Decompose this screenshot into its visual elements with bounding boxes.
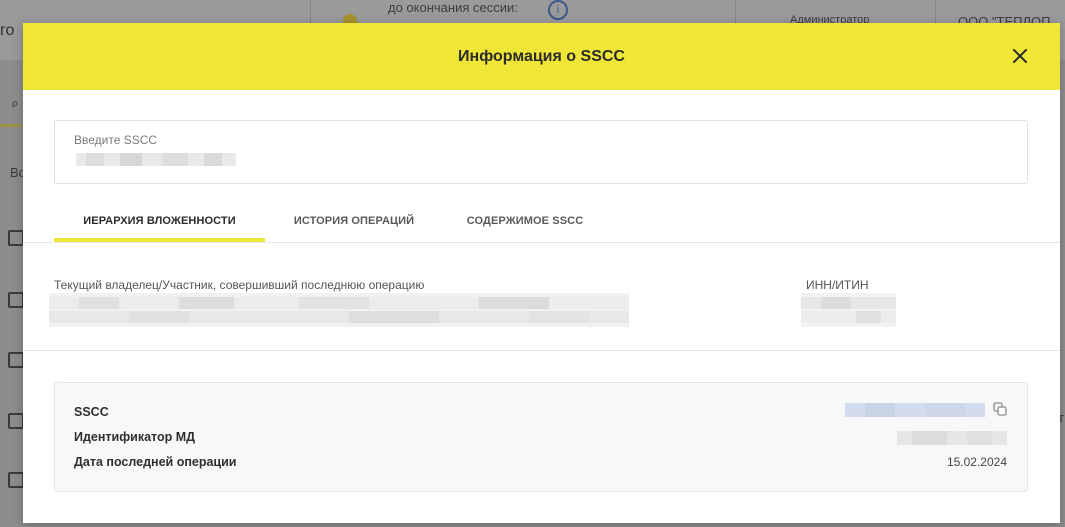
tab-sscc-contents[interactable]: СОДЕРЖИМОЕ SSCC bbox=[450, 201, 600, 241]
tab-operations-history-label: ИСТОРИЯ ОПЕРАЦИЙ bbox=[293, 215, 415, 227]
md-id-value-redacted bbox=[897, 431, 1007, 445]
copy-button[interactable] bbox=[993, 402, 1007, 416]
background-tab-underline bbox=[0, 124, 22, 127]
sscc-input-label: Введите SSCC bbox=[74, 133, 158, 147]
background-tab-fragment: Р bbox=[12, 100, 19, 110]
inn-value-redacted bbox=[801, 293, 896, 327]
background-checkbox bbox=[8, 292, 24, 308]
info-icon: i bbox=[548, 0, 568, 20]
close-button[interactable] bbox=[1010, 46, 1030, 66]
sscc-value-link-redacted[interactable] bbox=[845, 403, 985, 417]
tab-operations-history[interactable]: ИСТОРИЯ ОПЕРАЦИЙ bbox=[276, 201, 432, 241]
tabs-divider bbox=[23, 242, 1060, 243]
inn-label: ИНН/ИТИН bbox=[806, 278, 869, 292]
background-logo-fragment: го bbox=[0, 22, 15, 39]
owner-value-redacted bbox=[49, 293, 629, 327]
last-operation-date-value: 15.02.2024 bbox=[946, 455, 1007, 469]
section-divider bbox=[23, 350, 1060, 351]
sscc-label: SSCC bbox=[74, 405, 109, 419]
tab-sscc-contents-label: СОДЕРЖИМОЕ SSCC bbox=[466, 215, 584, 227]
sscc-input-value-redacted bbox=[76, 153, 236, 166]
sscc-info-modal: Информация о SSCC Введите SSCC ИЕРАРХИЯ … bbox=[23, 23, 1060, 523]
tab-hierarchy[interactable]: ИЕРАРХИЯ ВЛОЖЕННОСТИ bbox=[54, 201, 265, 241]
background-session-text: до окончания сессии: bbox=[388, 0, 518, 15]
close-icon bbox=[1013, 49, 1027, 63]
sscc-input-field[interactable]: Введите SSCC bbox=[54, 120, 1028, 184]
background-checkbox bbox=[8, 352, 24, 368]
copy-icon bbox=[993, 402, 1007, 416]
last-operation-date-label: Дата последней операции bbox=[74, 455, 237, 469]
tab-hierarchy-label: ИЕРАРХИЯ ВЛОЖЕННОСТИ bbox=[83, 215, 236, 227]
sscc-details-card: SSCC Идентификатор МД Дата последней опе… bbox=[54, 382, 1028, 492]
owner-label: Текущий владелец/Участник, совершивший п… bbox=[54, 278, 425, 292]
background-checkbox bbox=[8, 472, 24, 488]
background-checkbox bbox=[8, 230, 24, 246]
md-id-label: Идентификатор МД bbox=[74, 430, 196, 444]
modal-title: Информация о SSCC bbox=[458, 47, 625, 65]
modal-header: Информация о SSCC bbox=[23, 23, 1060, 90]
background-checkbox bbox=[8, 413, 24, 429]
